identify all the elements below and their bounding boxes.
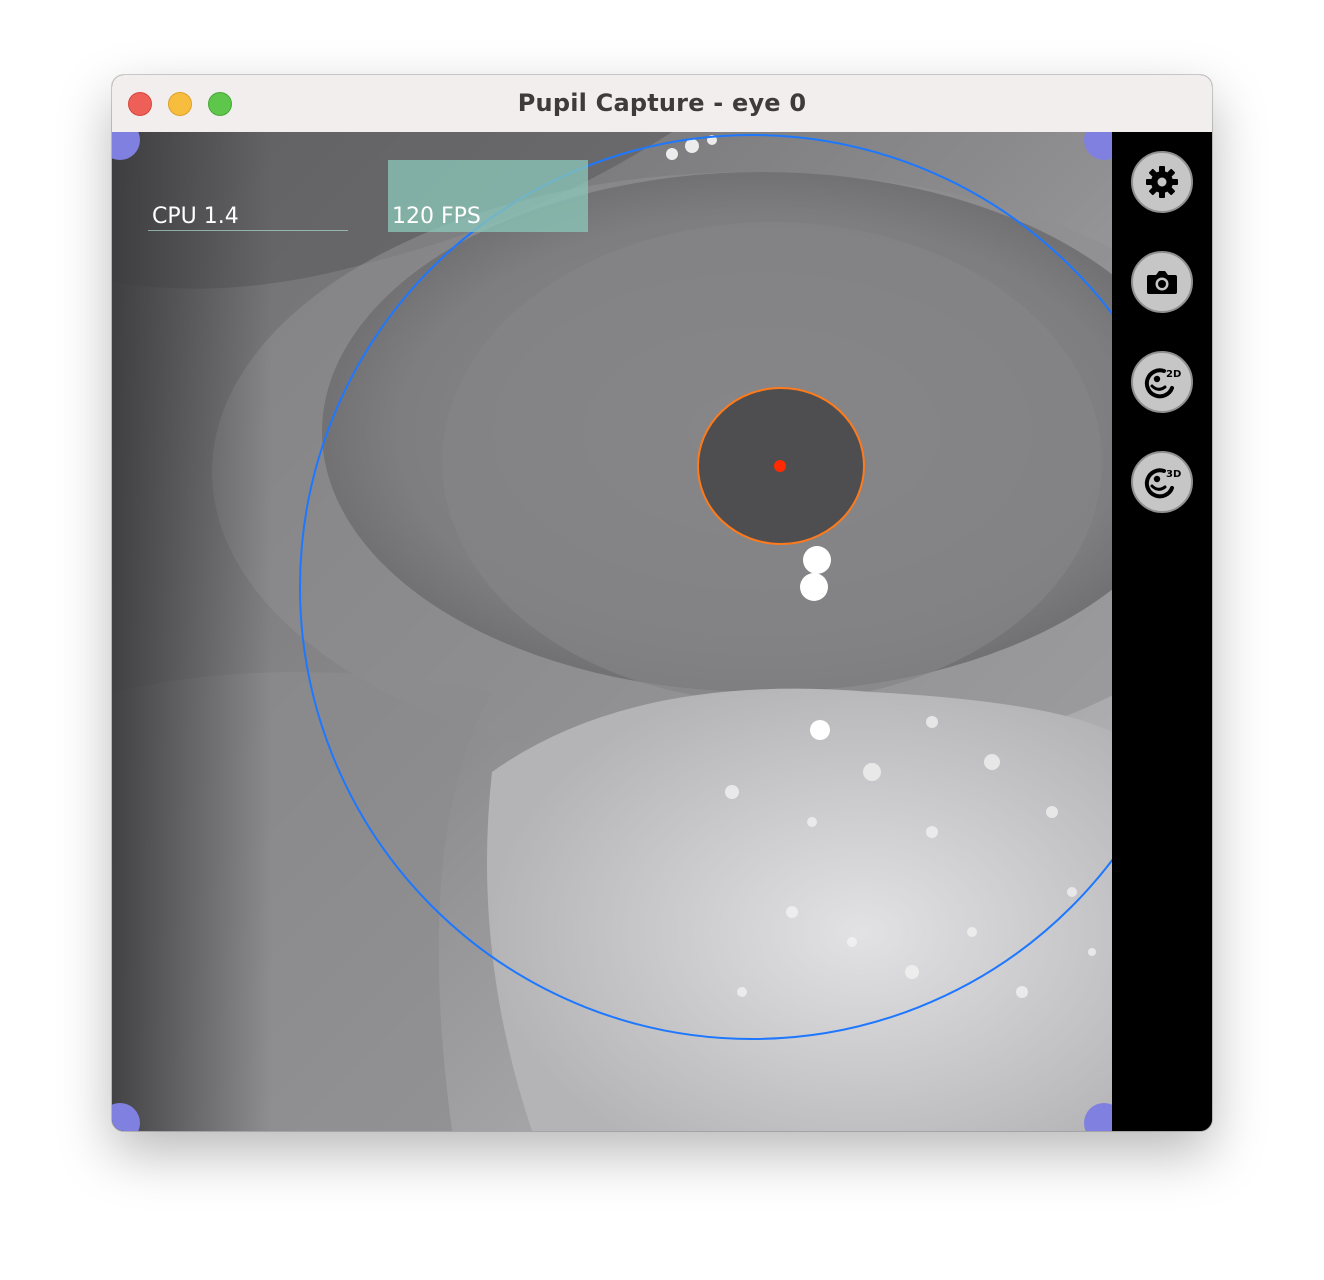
icon-sidebar: 2D 3D — [1112, 132, 1212, 1131]
cpu-graph — [148, 230, 348, 231]
3d-detector-icon: 3D — [1142, 462, 1182, 502]
window-title: Pupil Capture - eye 0 — [517, 89, 807, 117]
general-settings-button[interactable] — [1131, 151, 1193, 213]
pupil-detector-3d-button[interactable]: 3D — [1131, 451, 1193, 513]
cpu-label: CPU 1.4 — [152, 204, 239, 229]
eye-camera-view[interactable]: CPU 1.4 120 FPS — [112, 132, 1112, 1131]
app-window: Pupil Capture - eye 0 CPU 1.4 120 FPS 2D… — [112, 75, 1212, 1131]
pupil-detector-2d-button[interactable]: 2D — [1131, 351, 1193, 413]
pupil-center — [774, 460, 786, 472]
svg-text:3D: 3D — [1166, 469, 1181, 480]
2d-detector-icon: 2D — [1142, 362, 1182, 402]
camera-icon — [1144, 264, 1180, 300]
title-bar[interactable]: Pupil Capture - eye 0 — [112, 75, 1212, 133]
svg-text:2D: 2D — [1166, 369, 1181, 380]
gear-icon — [1144, 164, 1180, 200]
fps-label: 120 FPS — [392, 204, 481, 229]
video-source-button[interactable] — [1131, 251, 1193, 313]
eye-image — [112, 132, 1112, 1131]
